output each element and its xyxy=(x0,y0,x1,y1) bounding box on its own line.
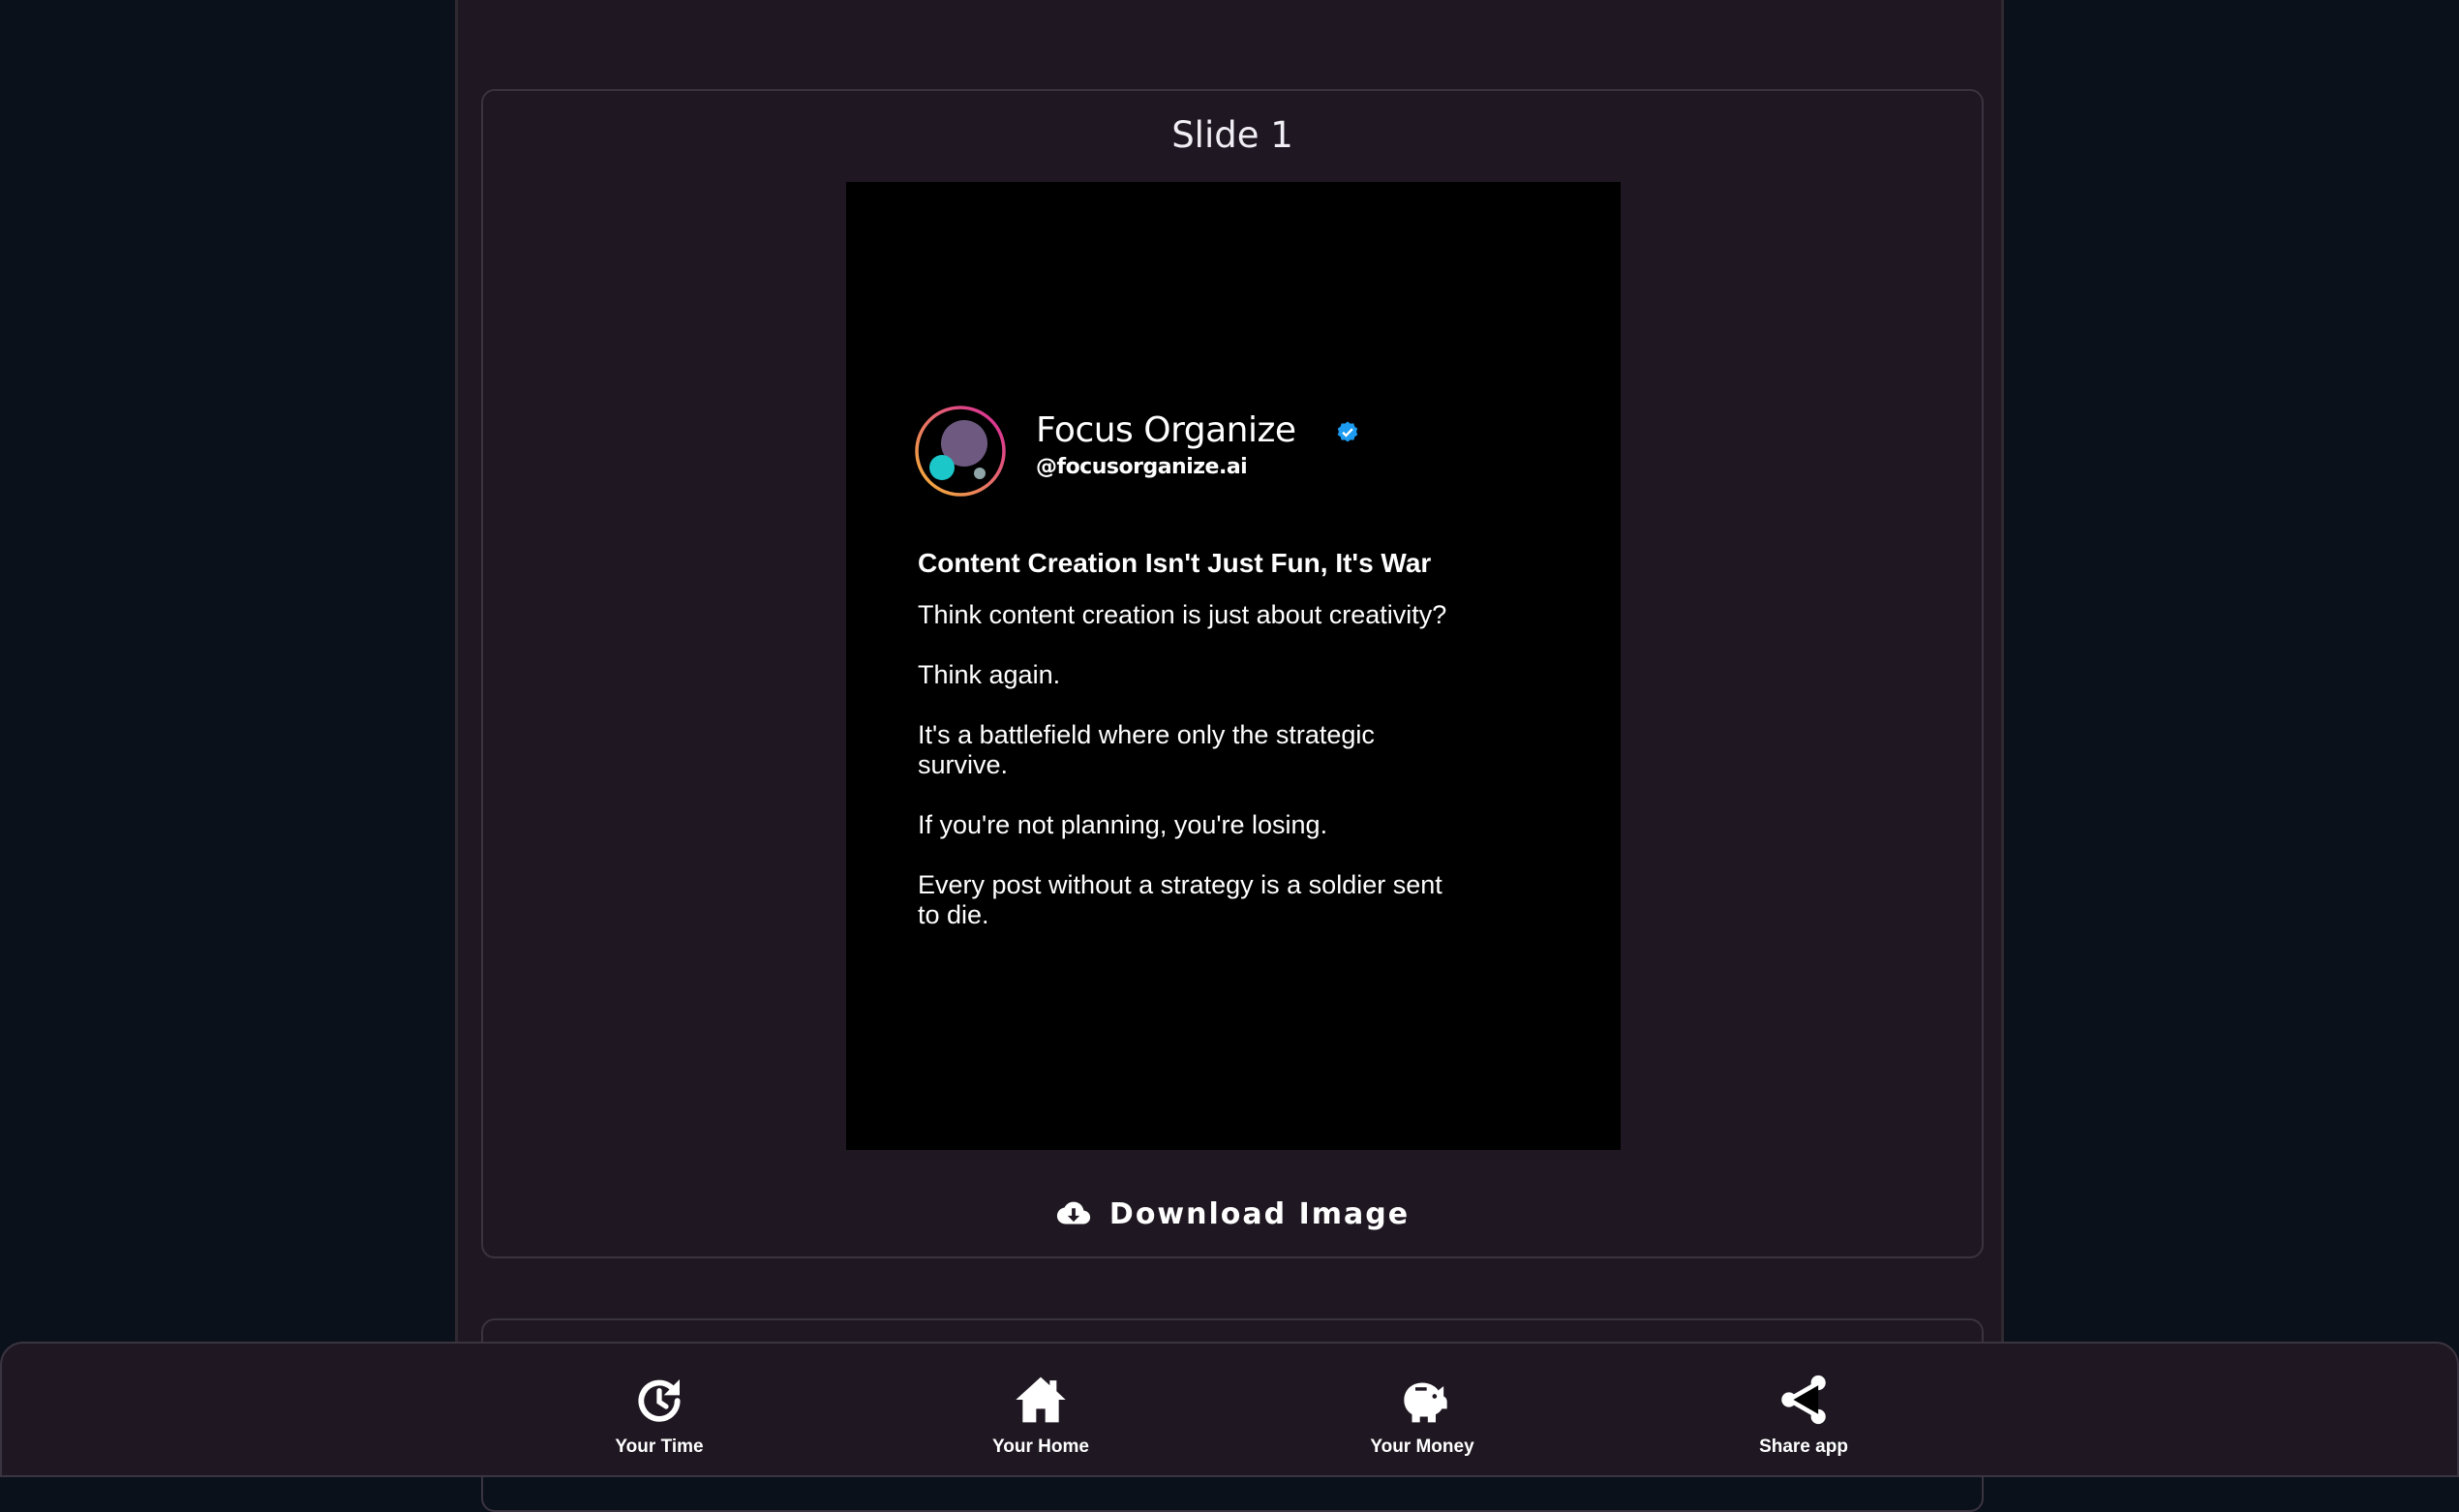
download-image-button[interactable]: Download Image xyxy=(483,1185,1982,1243)
post-heading: Content Creation Isn't Just Fun, It's Wa… xyxy=(918,548,1432,578)
clock-refresh-icon xyxy=(638,1379,681,1422)
nav-share-app[interactable]: Share app xyxy=(1707,1373,1900,1469)
post-paragraph: Think content creation is just about cre… xyxy=(918,600,1447,629)
slide-preview-image: Focus Organize @focusorganize.ai Content… xyxy=(846,182,1621,1150)
profile-name: Focus Organize xyxy=(1036,410,1296,450)
piggy-bank-icon xyxy=(1404,1382,1447,1423)
verified-badge-icon xyxy=(1337,421,1358,442)
cloud-download-icon xyxy=(1056,1201,1091,1225)
profile-handle: @focusorganize.ai xyxy=(1036,455,1248,479)
post-paragraph: It's a battlefield where only the strate… xyxy=(918,720,1375,779)
nav-label: Share app xyxy=(1759,1436,1848,1457)
main-column: Slide 1 Focus Organize @focusorganize.ai… xyxy=(455,0,2004,1512)
nav-your-money[interactable]: Your Money xyxy=(1325,1373,1519,1469)
nav-label: Your Home xyxy=(992,1436,1089,1457)
post-paragraph: Think again. xyxy=(918,660,1061,689)
bottom-navigation: Your Time Your Home Your Money Share app xyxy=(0,1342,2459,1477)
brand-avatar xyxy=(915,406,1006,497)
post-paragraph: Every post without a strategy is a soldi… xyxy=(918,870,1442,929)
nav-your-time[interactable]: Your Time xyxy=(562,1373,756,1469)
slide-title: Slide 1 xyxy=(1171,114,1293,156)
post-body: Content Creation Isn't Just Fun, It's Wa… xyxy=(918,548,1460,960)
download-label: Download Image xyxy=(1108,1196,1411,1231)
nav-label: Your Time xyxy=(615,1436,704,1457)
nav-your-home[interactable]: Your Home xyxy=(944,1373,1138,1469)
slide-card: Slide 1 Focus Organize @focusorganize.ai… xyxy=(481,89,1984,1258)
nav-label: Your Money xyxy=(1370,1436,1474,1457)
post-paragraph: If you're not planning, you're losing. xyxy=(918,810,1328,839)
share-icon xyxy=(1781,1375,1826,1425)
home-icon xyxy=(1016,1376,1066,1423)
